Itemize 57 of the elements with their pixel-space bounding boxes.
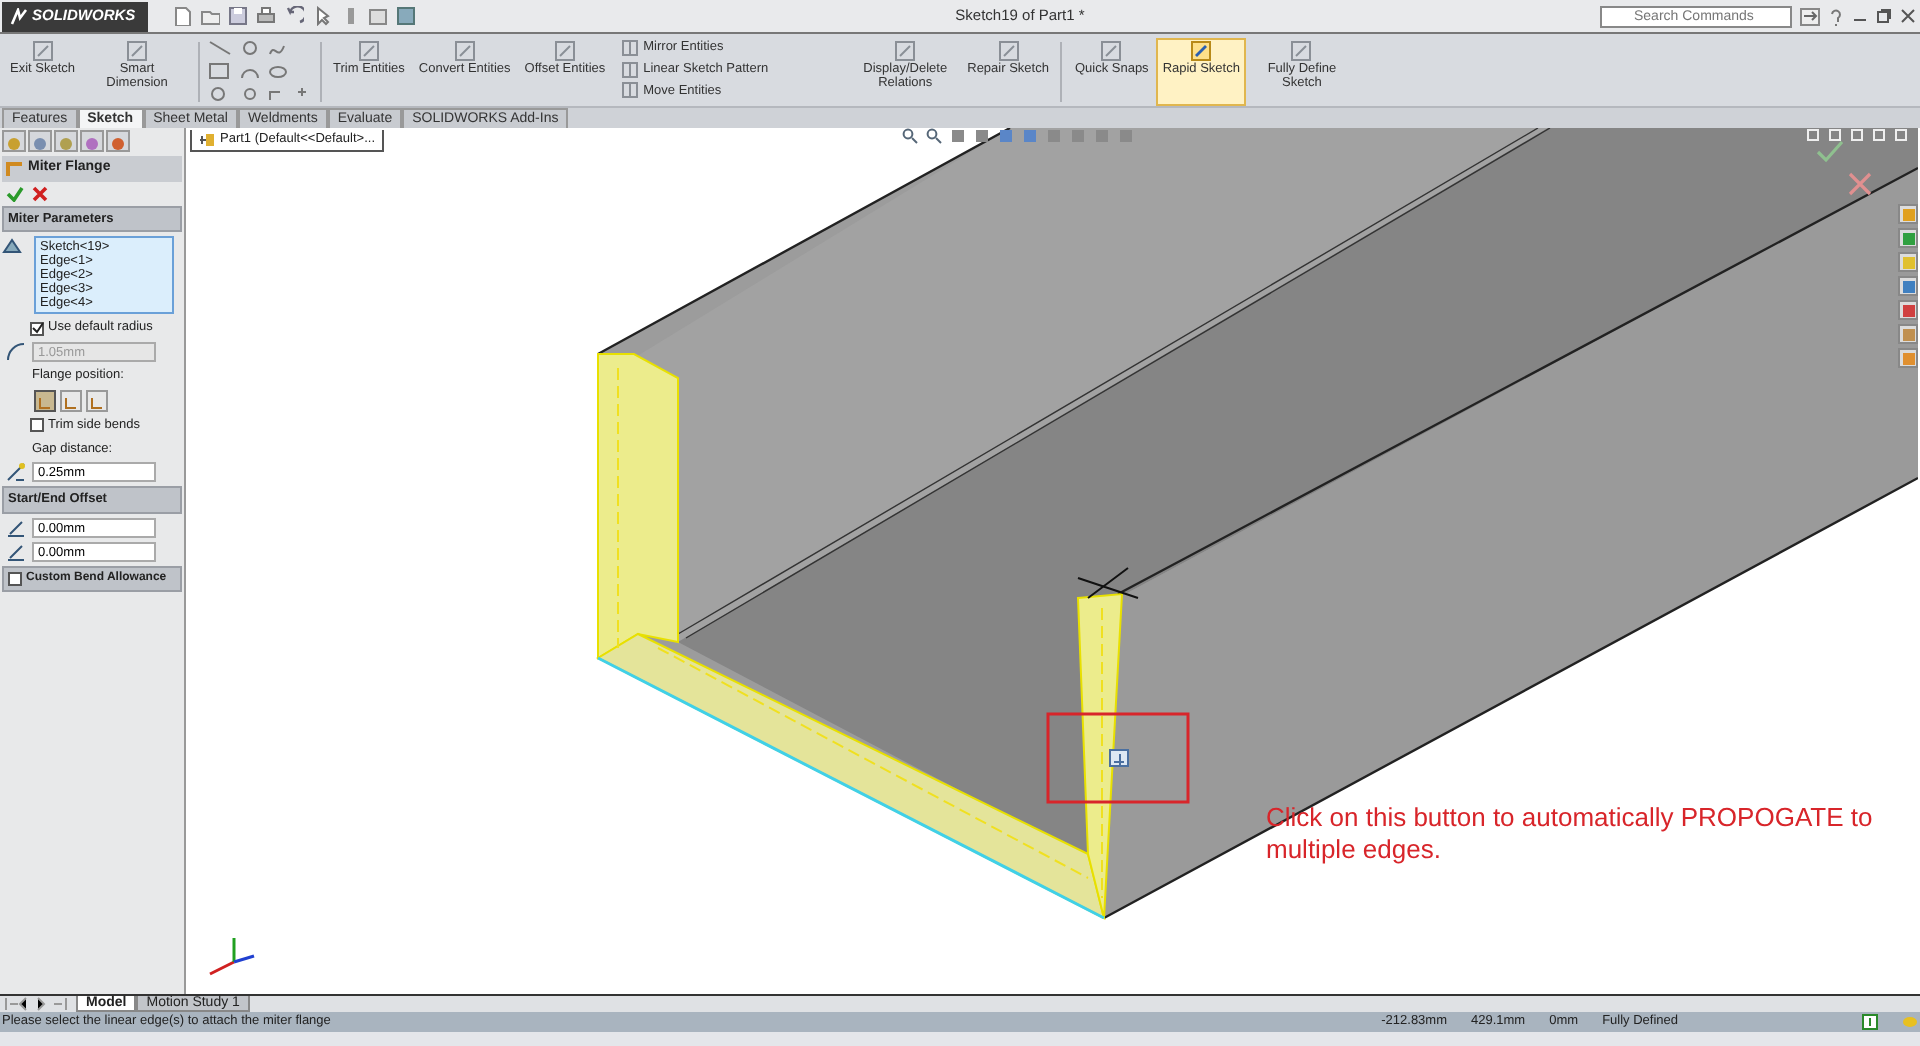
help-icon[interactable] xyxy=(1828,7,1844,25)
disc-icon[interactable] xyxy=(84,135,100,152)
bend-radius-icon xyxy=(6,342,26,362)
pencil-tool-icon[interactable] xyxy=(453,40,476,62)
search-options-icon[interactable] xyxy=(1800,7,1820,25)
part-icon[interactable] xyxy=(198,131,216,148)
end-offset-icon xyxy=(6,542,26,562)
pencil-tool-icon[interactable] xyxy=(997,40,1020,62)
restore-icon[interactable] xyxy=(1876,8,1892,24)
cursor-icon[interactable] xyxy=(311,6,332,26)
zoom-icon[interactable] xyxy=(902,128,918,144)
pencil-tool-icon[interactable] xyxy=(894,40,917,62)
pencil-tool-icon[interactable] xyxy=(357,40,380,62)
open-folder-icon[interactable] xyxy=(199,6,220,26)
disc-icon[interactable] xyxy=(32,135,48,152)
pencil-tool-icon[interactable] xyxy=(126,40,149,62)
ok-check-icon[interactable] xyxy=(1816,140,1844,163)
propagate-icon[interactable] xyxy=(1109,749,1129,767)
close-icon[interactable] xyxy=(1900,8,1916,24)
disc-icon[interactable] xyxy=(110,135,126,152)
flange-position-button[interactable] xyxy=(60,389,82,412)
checkbox[interactable] xyxy=(30,321,44,336)
flange-position-button[interactable] xyxy=(34,389,56,412)
zoom-icon[interactable] xyxy=(926,128,942,144)
cancel-icon[interactable] xyxy=(1848,172,1872,196)
callout-rectangle xyxy=(1046,712,1190,804)
save-icon[interactable] xyxy=(227,6,248,26)
flange-position-button[interactable] xyxy=(86,389,108,412)
pencil-tool-icon[interactable] xyxy=(31,40,54,62)
disc-icon[interactable] xyxy=(58,135,74,152)
pencil-tool-icon[interactable] xyxy=(1100,40,1123,62)
pencil-tool-icon[interactable] xyxy=(1190,40,1213,62)
minimize-icon[interactable] xyxy=(1850,128,1864,142)
pencil-tool-icon[interactable] xyxy=(553,40,576,62)
new-document-icon[interactable] xyxy=(171,6,192,26)
start-offset-icon xyxy=(6,518,26,538)
split-square-icon[interactable] xyxy=(621,39,638,56)
axis-triad-drawing xyxy=(209,938,255,976)
manager-tab[interactable] xyxy=(28,130,52,152)
gap-distance-icon xyxy=(6,462,26,483)
edge-selection-icon xyxy=(2,236,22,257)
undo-icon[interactable] xyxy=(283,6,304,26)
split-square-icon[interactable] xyxy=(621,82,638,99)
pencil-tool-icon[interactable] xyxy=(1290,40,1313,62)
checkbox[interactable] xyxy=(30,418,44,433)
disc-icon[interactable] xyxy=(6,135,22,152)
checkbox[interactable] xyxy=(8,572,22,586)
manager-tab[interactable] xyxy=(54,130,78,152)
rebuild-icon[interactable] xyxy=(1862,1014,1878,1030)
printer-icon[interactable] xyxy=(255,6,276,26)
miter-flange-icon xyxy=(6,159,24,178)
manager-tab[interactable] xyxy=(80,130,104,152)
manager-tab[interactable] xyxy=(106,130,130,152)
cancel-icon[interactable] xyxy=(32,185,48,201)
split-square-icon[interactable] xyxy=(621,61,638,78)
manager-tab[interactable] xyxy=(2,130,26,152)
ok-check-icon[interactable] xyxy=(6,185,24,201)
